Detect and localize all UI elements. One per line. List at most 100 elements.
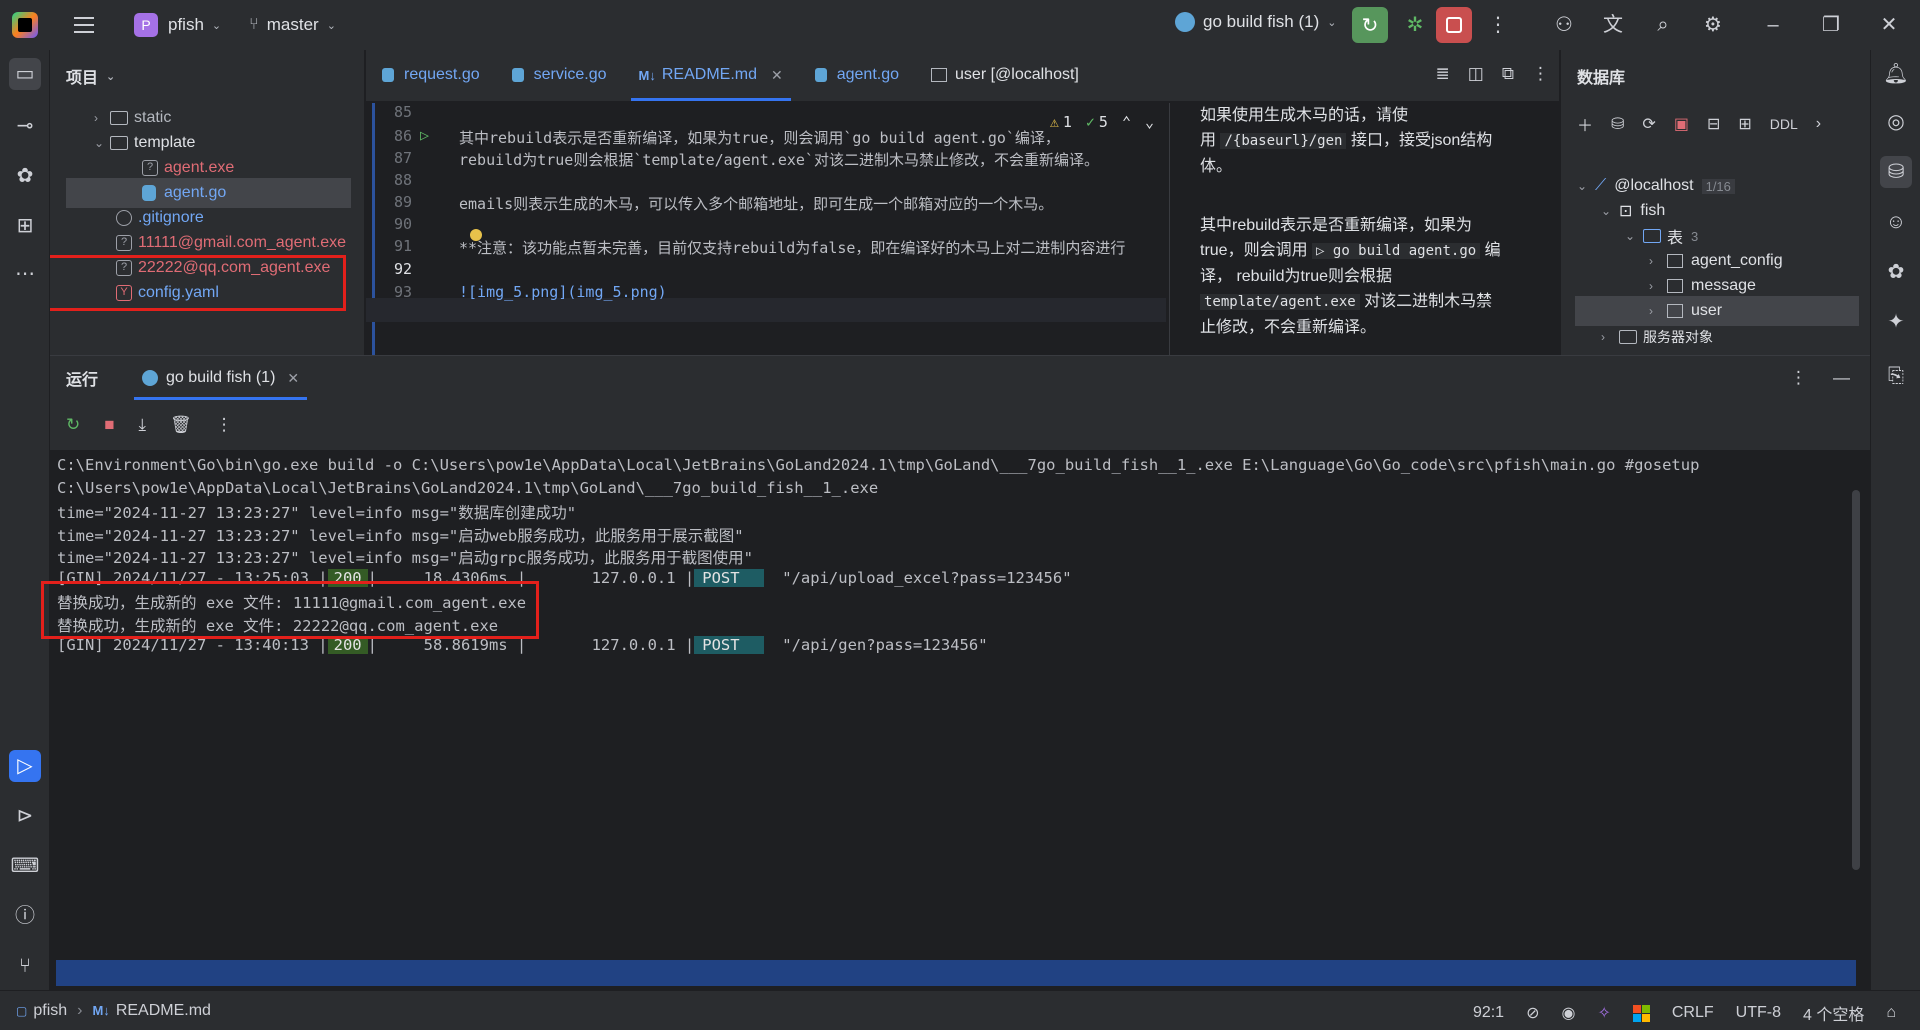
- tree-item-label: static: [134, 109, 172, 126]
- settings-gear-icon[interactable]: ⚙: [1700, 12, 1726, 38]
- mysql-icon: ⟋: [1595, 177, 1607, 194]
- editor-only-icon[interactable]: ≣: [1436, 64, 1450, 84]
- add-icon[interactable]: ＋: [1577, 112, 1593, 136]
- tree-item-label: template: [134, 134, 196, 151]
- file-encoding[interactable]: UTF-8: [1736, 1004, 1781, 1022]
- notifications-bell-icon[interactable]: 🔔︎: [1880, 58, 1912, 90]
- tree-item-label: agent.go: [164, 184, 227, 201]
- chevron-up-icon[interactable]: ⌃: [1122, 113, 1131, 131]
- minimize-icon[interactable]: –: [1760, 12, 1786, 38]
- line-number: 85: [394, 103, 413, 121]
- run-config-selector[interactable]: go build fish (1) ⌄: [1175, 12, 1336, 32]
- branch-selector[interactable]: ⑂ master ⌄: [221, 15, 336, 35]
- cursor-position[interactable]: 92:1: [1473, 1004, 1504, 1022]
- inspection-eye-icon[interactable]: ◉: [1561, 1003, 1575, 1023]
- more-vertical-icon[interactable]: ⋮: [216, 415, 233, 435]
- database-icon[interactable]: ⛁: [1880, 156, 1912, 188]
- console-line: C:\Users\pow1e\AppData\Local\JetBrains\G…: [57, 479, 879, 497]
- code-line: **注意：该功能点暂未完善，目前仅支持rebuild为false，即在编译好的木…: [459, 239, 1126, 257]
- bookmarks-icon[interactable]: ⎘: [1880, 360, 1912, 392]
- data-source-icon[interactable]: ⛁: [1611, 114, 1624, 134]
- code-line: rebuild为true则会根据`template/agent.exe`对该二进…: [459, 151, 1099, 169]
- read-only-lock-icon[interactable]: ⌂: [1886, 1004, 1896, 1022]
- chevron-down-icon[interactable]: ⌄: [1145, 113, 1154, 131]
- tab-user-table[interactable]: user [@localhost]: [915, 49, 1095, 101]
- db-host-label: @localhost: [1614, 177, 1694, 194]
- copilot-icon[interactable]: ☺: [1880, 206, 1912, 238]
- unknown-file-icon: ?: [116, 235, 132, 251]
- project-selector[interactable]: P pfish ⌄: [94, 13, 221, 37]
- tab-label: agent.go: [836, 66, 900, 83]
- close-icon[interactable]: ✕: [287, 370, 299, 387]
- stop-icon[interactable]: ■: [104, 415, 114, 435]
- tab-service-go[interactable]: service.go: [496, 49, 623, 101]
- git-icon[interactable]: ⑂: [9, 950, 41, 982]
- tab-readme-md[interactable]: M↓ README.md ✕: [623, 49, 799, 101]
- translate-icon[interactable]: 文: [1600, 12, 1626, 38]
- table-view-icon[interactable]: ⊞: [1738, 114, 1751, 134]
- plugin-icon[interactable]: ✿: [9, 160, 41, 192]
- no-power-save-icon[interactable]: ⊘: [1526, 1003, 1539, 1023]
- tab-agent-go[interactable]: agent.go: [799, 49, 915, 101]
- code-area[interactable]: 85 86 ▷ 87 88 89 90 91 92 93 其中rebuild表示…: [366, 103, 1166, 355]
- terminal-icon[interactable]: ⌨: [9, 850, 41, 882]
- ai-assistant-icon[interactable]: ◎: [1880, 106, 1912, 138]
- ai-status-icon[interactable]: ✧: [1597, 1003, 1610, 1023]
- tree-item-label: .gitignore: [138, 209, 204, 226]
- console-scrollbar[interactable]: [1852, 490, 1860, 870]
- project-name: pfish: [168, 15, 204, 34]
- more-vertical-icon[interactable]: ⋮: [1532, 64, 1549, 84]
- clear-all-trash-icon[interactable]: 🗑︎: [170, 415, 192, 435]
- plugin-icon[interactable]: ✿: [1880, 256, 1912, 288]
- project-folder-icon[interactable]: ▭: [9, 58, 41, 90]
- run-tool-icon[interactable]: ▷: [9, 750, 41, 782]
- stop-button[interactable]: [1436, 7, 1472, 43]
- main-menu-icon[interactable]: [74, 17, 94, 33]
- preview-only-icon[interactable]: ⧉: [1502, 64, 1514, 84]
- console-output[interactable]: C:\Environment\Go\bin\go.exe build -o C:…: [41, 450, 1860, 991]
- add-user-icon[interactable]: ⚇: [1551, 12, 1577, 38]
- console-icon[interactable]: ⊟: [1707, 114, 1720, 134]
- split-view-icon[interactable]: ◫: [1468, 64, 1484, 84]
- ddl-button[interactable]: DDL: [1770, 116, 1798, 132]
- intention-bulb-icon[interactable]: [470, 229, 482, 241]
- problems-icon[interactable]: ⓘ: [9, 900, 41, 932]
- chevron-right-icon[interactable]: ›: [1816, 115, 1821, 133]
- console-line: time="2024-11-27 13:23:27" level=info ms…: [57, 549, 753, 567]
- rerun-button[interactable]: ↻: [1352, 7, 1388, 43]
- refresh-icon[interactable]: ⟳: [1642, 114, 1655, 134]
- restore-icon[interactable]: ❐: [1818, 12, 1844, 38]
- indent-setting[interactable]: 4 个空格: [1803, 1001, 1864, 1025]
- method-post-badge: POST: [694, 569, 764, 587]
- db-server-objects[interactable]: › 服务器对象: [1601, 322, 1713, 352]
- left-tool-strip: ▭ ⊸ ✿ ⊞ ⋯ ▷ ⊳ ⌨ ⓘ ⑂: [0, 50, 50, 990]
- more-vertical-icon[interactable]: ⋮: [1485, 12, 1511, 38]
- rerun-icon[interactable]: ↻: [66, 415, 80, 435]
- selection-bar: [56, 960, 1856, 986]
- close-icon[interactable]: ✕: [771, 67, 783, 84]
- tree-item-agent-go[interactable]: agent.go: [66, 178, 351, 208]
- close-icon[interactable]: ✕: [1876, 12, 1902, 38]
- breadcrumb-project[interactable]: pfish: [33, 1002, 67, 1020]
- commit-icon[interactable]: ⊸: [9, 110, 41, 142]
- more-vertical-icon[interactable]: ⋮: [1790, 368, 1807, 388]
- minimize-panel-icon[interactable]: —: [1833, 368, 1850, 388]
- scroll-to-end-icon[interactable]: ⤓: [139, 415, 147, 435]
- breadcrumb-file[interactable]: README.md: [116, 1002, 211, 1020]
- project-panel-header[interactable]: 项目 ⌄: [50, 50, 364, 102]
- debug-icon[interactable]: ✲: [1400, 10, 1430, 40]
- line-number: 91: [394, 237, 413, 255]
- line-separator[interactable]: CRLF: [1672, 1004, 1714, 1022]
- codeium-icon[interactable]: ✦: [1880, 306, 1912, 338]
- disconnect-icon[interactable]: ▣: [1674, 114, 1689, 134]
- tab-request-go[interactable]: request.go: [366, 49, 496, 101]
- db-table-label: message: [1691, 277, 1756, 294]
- services-icon[interactable]: ⊳: [9, 800, 41, 832]
- run-gutter-icon[interactable]: ▷: [420, 126, 429, 144]
- run-tab-go-build-fish[interactable]: go build fish (1) ✕: [134, 356, 308, 400]
- markdown-preview[interactable]: 如果使用生成木马的话，请使 用 /{baseurl}/gen 接口，接受json…: [1169, 103, 1559, 355]
- structure-icon[interactable]: ⊞: [9, 210, 41, 242]
- search-icon[interactable]: ⌕: [1650, 12, 1676, 38]
- more-horizontal-icon[interactable]: ⋯: [9, 258, 41, 290]
- inspection-widget[interactable]: ⚠ 1 ✓ 5 ⌃ ⌄: [1050, 113, 1154, 131]
